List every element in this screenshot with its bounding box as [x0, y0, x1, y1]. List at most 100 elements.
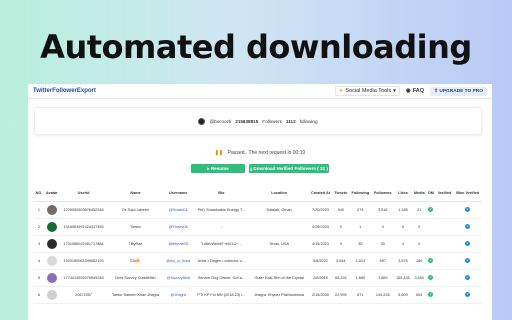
col-header[interactable]: Verified: [435, 186, 454, 202]
following-count: 1112: [285, 118, 296, 124]
row-userid: 1701066022451717884: [59, 235, 108, 253]
row-location: [249, 252, 309, 270]
col-header[interactable]: Name: [107, 186, 164, 202]
row-following: 1,689: [349, 269, 372, 287]
followers-label: Followers: [262, 118, 282, 124]
row-dm: ✓: [426, 286, 436, 304]
download-label: Download Verified Followers ( 32 ): [253, 166, 328, 171]
upgrade-to-pro-button[interactable]: ⇧ UPGRADE TO PRO: [430, 86, 487, 96]
row-created-at: 4/29/2023: [308, 218, 333, 236]
col-header[interactable]: Likes: [394, 186, 412, 202]
row-media: 654: [411, 286, 427, 304]
row-dm: ✓: [426, 252, 436, 270]
row-number: 6: [34, 286, 44, 304]
row-followers: 30: [371, 235, 395, 253]
row-blue-verified: ✓: [453, 235, 482, 253]
followers-count: 215638815: [235, 118, 259, 124]
check-badge-icon: ✓: [465, 292, 471, 297]
row-location: Salalah, Oman: [249, 201, 309, 219]
social-media-tools-dropdown[interactable]: ★ Social Media Tools ▾: [334, 86, 400, 96]
row-name: Dr. Said Jabeen: [107, 201, 164, 219]
row-blue-verified: ✓: [453, 201, 482, 219]
row-username[interactable]: @Tiesev06: [163, 218, 193, 236]
row-verified: [435, 218, 454, 236]
status-text: Paused.. The next request in 00:10: [227, 150, 306, 156]
avatar: [198, 117, 206, 125]
row-bio: PTI KP Fin MN (2018-23) l...: [192, 286, 250, 304]
row-likes: 0: [394, 218, 412, 236]
col-header[interactable]: Bio: [192, 186, 250, 202]
row-userid: 20671957: [59, 286, 108, 304]
row-bio: "Little•Well•R~wh\1•2~...: [192, 235, 250, 253]
faq-link[interactable]: ◉ FAQ: [406, 88, 424, 94]
col-header[interactable]: Location: [249, 186, 309, 202]
row-following: 35: [349, 235, 372, 253]
table-header-row: NO. Avatar UserId Name Username Bio Loca…: [34, 186, 482, 202]
col-header[interactable]: Created At: [308, 186, 333, 202]
row-username[interactable]: @Jhagra: [163, 286, 193, 304]
row-created-at: 7/20/2023: [308, 201, 333, 219]
table-row: 6 20671957 Tamur Saleem Khan Jhagra @Jhagra…: [34, 286, 482, 304]
row-likes: 155,430: [394, 269, 412, 287]
row-username[interactable]: @elo_is_fixed: [163, 252, 193, 270]
row-dm: [426, 218, 436, 236]
row-verified: [435, 269, 454, 287]
row-name: Elo🔥: [107, 252, 164, 270]
row-username[interactable]: @tiffyrae09: [163, 235, 193, 253]
row-number: 3: [34, 235, 44, 253]
row-dm: ✓: [426, 201, 436, 219]
check-badge-icon: ✓: [465, 258, 471, 263]
row-number: 1: [34, 201, 44, 219]
upgrade-label: UPGRADE TO PRO: [439, 88, 483, 94]
resume-button[interactable]: ▸ Resume: [191, 164, 245, 173]
row-bio: PhD Sustainable Energy T...: [192, 201, 250, 219]
avatar: [46, 289, 57, 300]
check-badge-icon: ✓: [465, 275, 471, 280]
download-verified-followers-button[interactable]: ⤓ Download Verified Followers ( 32 ): [249, 164, 329, 173]
row-bio: Artist • Degen • collector o...: [192, 252, 250, 270]
dm-open-icon: ✓: [428, 275, 434, 280]
row-likes: 1,185: [394, 201, 412, 219]
avatar: [46, 272, 57, 283]
col-header[interactable]: Blue Verified: [453, 186, 482, 202]
row-following: 1: [349, 218, 372, 236]
row-following: 1,013: [349, 252, 372, 270]
row-location: [249, 218, 309, 236]
avatar: [46, 255, 57, 266]
row-created-at: 4/15/2023: [308, 235, 333, 253]
col-header[interactable]: Username: [163, 186, 193, 202]
row-likes: 8,609: [394, 286, 412, 304]
row-dm: ✓: [426, 269, 436, 287]
row-avatar: [43, 252, 60, 270]
row-blue-verified: ✓: [453, 269, 482, 287]
col-header[interactable]: NO.: [34, 186, 44, 202]
col-header[interactable]: UserId: [59, 186, 108, 202]
col-header[interactable]: Tweets: [332, 186, 350, 202]
row-tweets: 22,995: [332, 286, 350, 304]
col-header[interactable]: Avatar: [43, 186, 60, 202]
col-header[interactable]: DM: [426, 186, 436, 202]
action-buttons: ▸ Resume ⤓ Download Verified Followers (…: [28, 164, 492, 173]
col-header[interactable]: Followers: [371, 186, 395, 202]
following-label: following: [299, 118, 318, 124]
row-media: 186: [411, 252, 427, 270]
app-title[interactable]: TwitterFollowerExport: [33, 88, 96, 94]
row-username[interactable]: @Drsaid01: [163, 201, 193, 219]
row-name: Tamur Saleem Khan Jhagra: [107, 286, 164, 304]
row-verified: [435, 201, 454, 219]
table-row: 2 1316063691424317455 Tiesev @Tiesev06- 4/29…: [34, 218, 482, 236]
row-blue-verified: ✓: [453, 218, 482, 236]
col-header[interactable]: Following: [349, 186, 372, 202]
row-username[interactable]: @Suzzzyfiedl: [163, 269, 193, 287]
row-followers: 3,516: [371, 201, 395, 219]
row-created-at: 5/8/2022: [308, 252, 333, 270]
row-following: 671: [349, 286, 372, 304]
profile-card: @bocoozk 215638815 Followers 1112 follow…: [34, 107, 482, 135]
profile-handle: @bocoozk: [209, 118, 232, 124]
row-location: Texas, USA: [249, 235, 309, 253]
row-verified: [435, 286, 454, 304]
dm-open-icon: ✓: [428, 207, 434, 212]
social-media-tools-label: Social Media Tools: [345, 88, 392, 94]
col-header[interactable]: Media: [411, 186, 427, 202]
table-row: 1 1205050503676452248 Dr. Said Jabeen @Drsa…: [34, 201, 482, 219]
